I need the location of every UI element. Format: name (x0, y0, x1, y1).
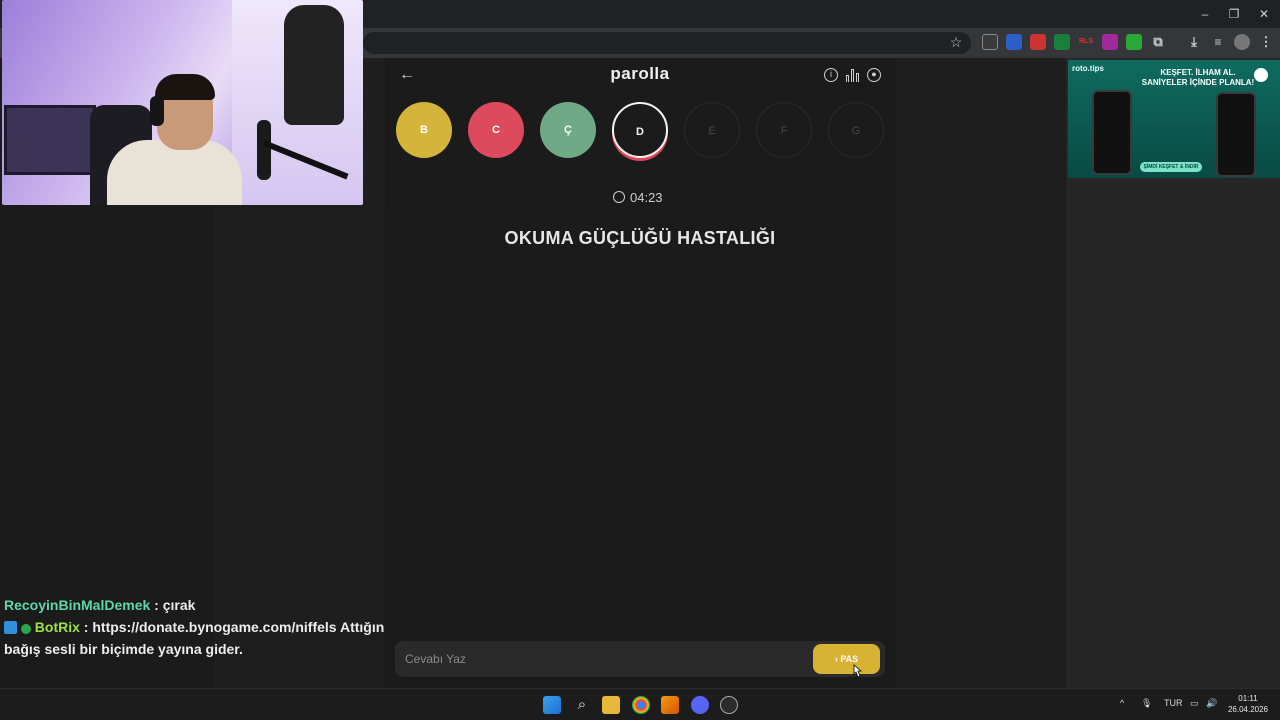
media-control-icon[interactable]: ≡ (1210, 34, 1226, 50)
download-extension-icon[interactable] (1054, 34, 1070, 50)
app-icon[interactable] (661, 696, 679, 714)
language-indicator[interactable]: TUR (1164, 698, 1183, 708)
stats-icon[interactable] (846, 68, 860, 82)
translate-extension-icon[interactable] (1006, 34, 1022, 50)
ad-dot-icon (1254, 68, 1268, 82)
countdown-timer: 04:23 (613, 190, 693, 208)
chat-username: RecoyinBinMalDemek (4, 597, 151, 613)
close-window-button[interactable]: ✕ (1249, 4, 1279, 24)
chrome-icon[interactable] (632, 696, 650, 714)
maximize-button[interactable]: ❐ (1219, 4, 1249, 24)
extension-icon-3[interactable] (1030, 34, 1046, 50)
clock-time: 01:11 (1238, 694, 1258, 703)
letter-e: E (684, 102, 740, 158)
microphone-icon[interactable]: 🎙 (1141, 698, 1152, 709)
question-text: OKUMA GÜÇLÜĞÜ HASTALIĞI (504, 228, 776, 248)
pass-label: PAS (840, 654, 859, 664)
chat-username: BotRix (34, 619, 80, 635)
extension-icon-7[interactable] (1126, 34, 1142, 50)
tray-chevron-up-icon[interactable]: ^ (1120, 698, 1124, 708)
chat-message: RecoyinBinMalDemek : çırak (4, 594, 414, 616)
profile-icon[interactable]: ● (867, 68, 881, 82)
chat-text: : çırak (154, 597, 196, 613)
search-icon[interactable]: ⌕ (573, 696, 591, 714)
parolla-game-panel: ← parolla i ● B C Ç D E F G 04:23 OKUMA … (385, 58, 895, 688)
bot-badge-icon (4, 621, 17, 634)
webcam-overlay (2, 0, 363, 205)
ad-phone-image (1092, 90, 1132, 175)
start-menu-icon[interactable] (543, 696, 561, 714)
app-icon-2[interactable] (720, 696, 738, 714)
info-icon[interactable]: i (824, 68, 838, 82)
clock-icon (613, 191, 625, 203)
letter-d-current: D (612, 102, 668, 158)
volume-icon[interactable]: 🔊 (1206, 698, 1217, 709)
letter-b: B (396, 102, 452, 158)
windows-taskbar: ⌕ ^ 🎙 TUR ▭ 🔊 01:11 26.04.2026 (0, 688, 1280, 720)
verified-badge-icon (20, 624, 31, 634)
clock-date: 26.04.2026 (1227, 705, 1269, 714)
extension-icon-1[interactable] (982, 34, 998, 50)
file-explorer-icon[interactable] (602, 696, 620, 714)
letter-ring: B C Ç D E F G (395, 102, 885, 162)
extension-icon-5[interactable]: RLS (1078, 34, 1094, 50)
answer-input[interactable] (405, 650, 785, 668)
chevron-right-icon: › (834, 654, 838, 664)
system-clock[interactable]: 01:11 26.04.2026 (1222, 693, 1274, 715)
extension-icon-6[interactable] (1102, 34, 1118, 50)
letter-f: F (756, 102, 812, 158)
bookmark-star-icon[interactable]: ☆ (948, 33, 964, 51)
letter-g: G (828, 102, 884, 158)
back-arrow-icon[interactable]: ← (399, 66, 415, 84)
pass-button[interactable]: › PAS (813, 644, 880, 674)
discord-icon[interactable] (691, 696, 709, 714)
ad-banner[interactable]: roto.tips KEŞFET. İLHAM AL. SANİYELER İÇ… (1068, 60, 1280, 178)
timer-value: 04:23 (630, 190, 663, 205)
answer-bar: › PAS (395, 641, 885, 677)
ad-headline: KEŞFET. İLHAM AL. SANİYELER İÇİNDE PLANL… (1141, 68, 1255, 87)
browser-menu-icon[interactable]: ⋮ (1258, 34, 1274, 50)
network-icon[interactable]: ▭ (1190, 698, 1199, 709)
ad-phone-image (1216, 92, 1256, 177)
mouse-pointer-icon (853, 664, 862, 678)
ad-logo: roto.tips (1072, 64, 1104, 73)
address-bar[interactable] (363, 32, 971, 54)
brand-title: parolla (610, 64, 670, 83)
minimize-button[interactable]: – (1190, 4, 1220, 24)
letter-c-cedilla: Ç (540, 102, 596, 158)
extensions-puzzle-icon[interactable]: ⧉ (1150, 34, 1166, 50)
ad-cta-button[interactable]: ŞİMDİ KEŞFET & İNDİR (1140, 162, 1202, 172)
letter-c: C (468, 102, 524, 158)
stream-chat: RecoyinBinMalDemek : çırak BotRix : http… (4, 594, 414, 660)
downloads-icon[interactable]: ⤓ (1186, 34, 1202, 50)
page-background-right (895, 58, 1066, 688)
profile-avatar-icon[interactable] (1234, 34, 1250, 50)
chat-message: BotRix : https://donate.bynogame.com/nif… (4, 616, 414, 660)
